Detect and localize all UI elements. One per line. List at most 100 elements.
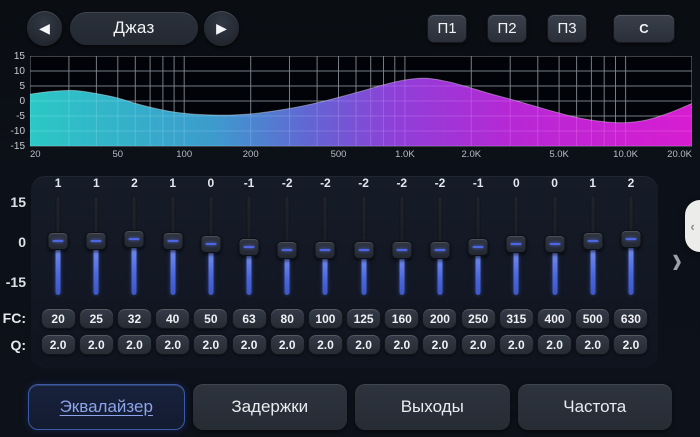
eq-band: 0 315 2.0 — [497, 176, 535, 355]
slider-fill — [208, 248, 213, 295]
chart-y-tick: -5 — [16, 112, 25, 122]
band-fc-chip[interactable]: 630 — [613, 308, 648, 329]
band-slider[interactable] — [313, 193, 337, 299]
band-q-chip[interactable]: 2.0 — [613, 334, 648, 355]
band-fc-chip[interactable]: 100 — [308, 308, 343, 329]
band-q-chip[interactable]: 2.0 — [79, 334, 114, 355]
slider-fill — [247, 251, 252, 295]
tab-outputs-label: Выходы — [401, 397, 464, 417]
band-slider[interactable] — [199, 193, 223, 299]
preset-prev-button[interactable]: ◀ — [27, 11, 62, 46]
preset-selector[interactable]: Джаз — [70, 12, 198, 45]
slider-thumb[interactable] — [429, 241, 450, 259]
slider-thumb[interactable] — [315, 241, 336, 259]
chart-y-tick: 0 — [19, 97, 25, 107]
band-q-chip[interactable]: 2.0 — [155, 334, 190, 355]
band-fc-chip[interactable]: 80 — [270, 308, 305, 329]
slider-thumb[interactable] — [86, 232, 107, 250]
eq-band: 0 400 2.0 — [535, 176, 573, 355]
band-fc-chip[interactable]: 25 — [79, 308, 114, 329]
tab-frequency[interactable]: Частота — [518, 384, 673, 430]
slider-thumb[interactable] — [582, 232, 603, 250]
band-q-chip[interactable]: 2.0 — [499, 334, 534, 355]
band-fc-chip[interactable]: 32 — [117, 308, 152, 329]
preset-name: Джаз — [113, 18, 154, 38]
band-q-chip[interactable]: 2.0 — [270, 334, 305, 355]
band-slider[interactable] — [390, 193, 414, 299]
band-slider[interactable] — [237, 193, 261, 299]
memory-button-p2[interactable]: П2 — [487, 14, 527, 43]
slider-fill — [628, 243, 633, 296]
band-slider[interactable] — [352, 193, 376, 299]
band-slider[interactable] — [122, 193, 146, 299]
tab-frequency-label: Частота — [563, 397, 626, 417]
slider-thumb[interactable] — [48, 232, 69, 250]
band-q-chip[interactable]: 2.0 — [308, 334, 343, 355]
band-q-chip[interactable]: 2.0 — [41, 334, 76, 355]
band-q-chip[interactable]: 2.0 — [537, 334, 572, 355]
tab-delays[interactable]: Задержки — [193, 384, 348, 430]
band-slider[interactable] — [619, 193, 643, 299]
band-q-chip[interactable]: 2.0 — [232, 334, 267, 355]
slider-thumb[interactable] — [277, 241, 298, 259]
band-q-chip[interactable]: 2.0 — [346, 334, 381, 355]
tab-equalizer[interactable]: Эквалайзер — [28, 384, 185, 430]
slider-thumb[interactable] — [620, 230, 641, 248]
band-fc-chip[interactable]: 63 — [232, 308, 267, 329]
band-fc-chip[interactable]: 20 — [41, 308, 76, 329]
next-bands-page-icon[interactable]: › — [672, 244, 682, 278]
eq-band: 1 25 2.0 — [77, 176, 115, 355]
thumb-line — [91, 240, 102, 242]
thumb-line — [549, 243, 560, 245]
band-fc-chip[interactable]: 50 — [193, 308, 228, 329]
edge-drawer-handle[interactable]: ‹ — [685, 200, 700, 252]
band-q-chip[interactable]: 2.0 — [193, 334, 228, 355]
slider-thumb[interactable] — [200, 235, 221, 253]
band-slider[interactable] — [581, 193, 605, 299]
memory-button-p3[interactable]: П3 — [547, 14, 587, 43]
band-slider[interactable] — [46, 193, 70, 299]
reset-button[interactable]: C — [613, 14, 675, 43]
band-gain-value: -1 — [244, 176, 255, 193]
thumb-line — [473, 246, 484, 248]
band-q-chip[interactable]: 2.0 — [575, 334, 610, 355]
band-q-chip[interactable]: 2.0 — [461, 334, 496, 355]
slider-thumb[interactable] — [506, 235, 527, 253]
slider-thumb[interactable] — [239, 238, 260, 256]
slider-thumb[interactable] — [124, 230, 145, 248]
thumb-line — [129, 238, 140, 240]
band-slider[interactable] — [161, 193, 185, 299]
band-fc-chip[interactable]: 400 — [537, 308, 572, 329]
band-slider[interactable] — [543, 193, 567, 299]
band-fc-chip[interactable]: 500 — [575, 308, 610, 329]
band-slider[interactable] — [428, 193, 452, 299]
band-gain-value: 2 — [131, 176, 138, 193]
band-fc-chip[interactable]: 40 — [155, 308, 190, 329]
slider-thumb[interactable] — [468, 238, 489, 256]
band-slider[interactable] — [466, 193, 490, 299]
band-fc-chip[interactable]: 315 — [499, 308, 534, 329]
band-slider[interactable] — [275, 193, 299, 299]
gain-scale: 15 0 -15 — [6, 193, 26, 299]
band-slider[interactable] — [504, 193, 528, 299]
band-fc-chip[interactable]: 160 — [384, 308, 419, 329]
band-fc-chip[interactable]: 125 — [346, 308, 381, 329]
band-fc-chip[interactable]: 250 — [461, 308, 496, 329]
band-q-chip[interactable]: 2.0 — [384, 334, 419, 355]
slider-thumb[interactable] — [391, 241, 412, 259]
slider-thumb[interactable] — [162, 232, 183, 250]
preset-next-button[interactable]: ▶ — [204, 11, 239, 46]
slider-thumb[interactable] — [353, 241, 374, 259]
band-gain-value: 2 — [628, 176, 635, 193]
eq-band: 2 630 2.0 — [612, 176, 650, 355]
band-fc-chip[interactable]: 200 — [422, 308, 457, 329]
memory-button-p1[interactable]: П1 — [427, 14, 467, 43]
eq-band: 0 50 2.0 — [192, 176, 230, 355]
slider-thumb[interactable] — [544, 235, 565, 253]
tab-outputs[interactable]: Выходы — [355, 384, 510, 430]
slider-fill — [437, 254, 442, 296]
band-q-chip[interactable]: 2.0 — [422, 334, 457, 355]
band-slider[interactable] — [84, 193, 108, 299]
band-gain-value: 1 — [589, 176, 596, 193]
band-q-chip[interactable]: 2.0 — [117, 334, 152, 355]
